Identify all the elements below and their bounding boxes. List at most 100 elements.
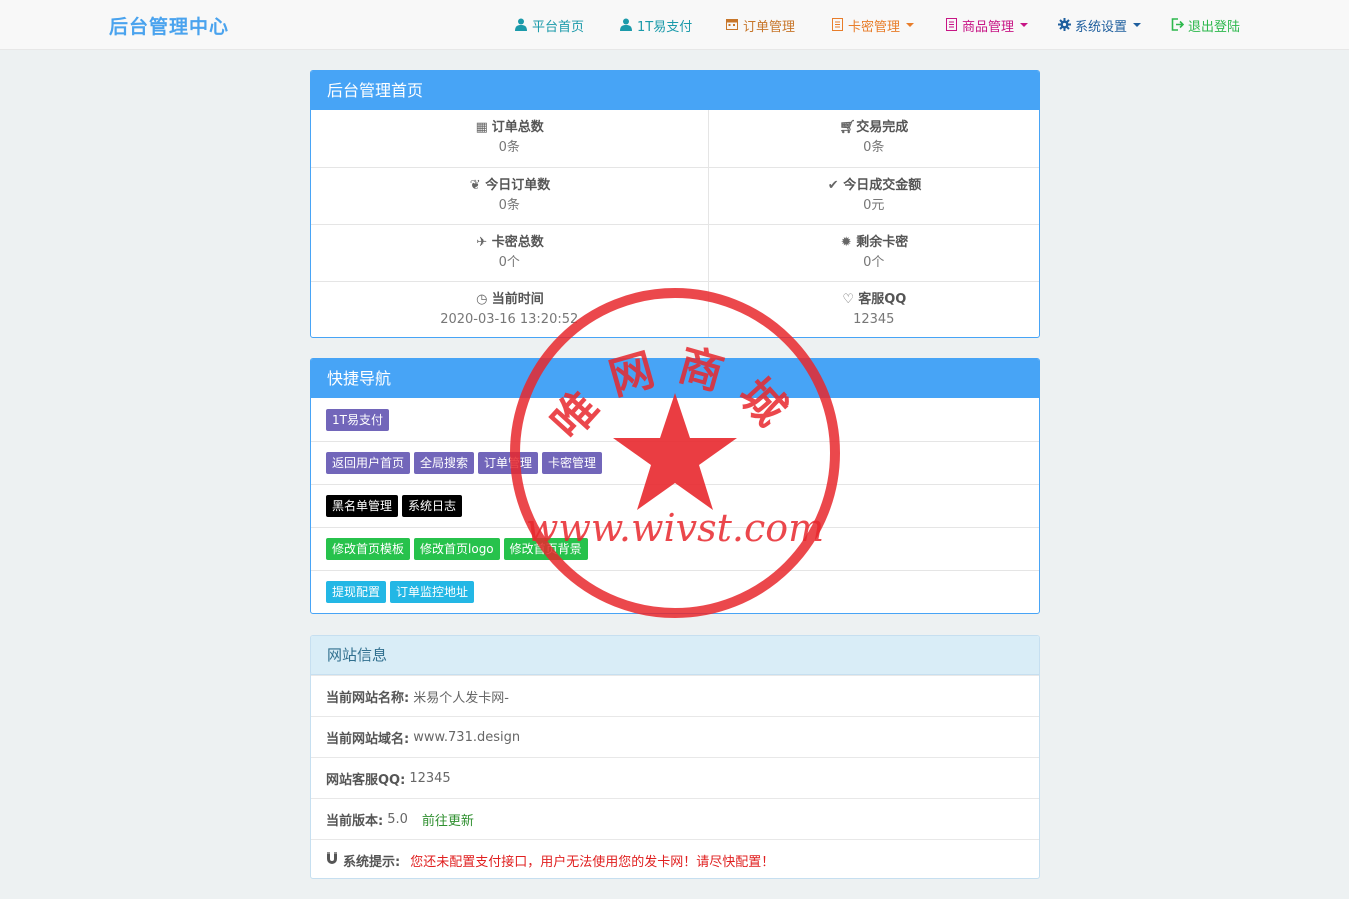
stat-label: 客服QQ xyxy=(858,291,907,307)
nav-goods-dropdown[interactable]: 商品管理 xyxy=(944,16,1029,35)
heart-icon: ♡ xyxy=(842,291,855,307)
stat-total-orders: ▦ 订单总数 0条 xyxy=(311,110,709,167)
clock-icon: ◷ xyxy=(476,291,488,307)
quick-withdraw-config-button[interactable]: 提现配置 xyxy=(326,581,387,603)
siteinfo-key: 网站客服QQ: xyxy=(326,772,406,788)
quick-order-monitor-button[interactable]: 订单监控地址 xyxy=(390,581,475,603)
brand-title[interactable]: 后台管理中心 xyxy=(109,12,229,39)
siteinfo-notice-row: 系统提示: 您还未配置支付接口，用户无法使用您的发卡网！请尽快配置！ xyxy=(311,839,1039,878)
stat-today-amount: ✔ 今日成交金额 0元 xyxy=(708,166,1039,224)
siteinfo-panel: 网站信息 当前网站名称: 米易个人发卡网- 当前网站域名: www.731.de… xyxy=(310,635,1040,879)
siteinfo-value: 12345 xyxy=(409,770,451,786)
nav-logout[interactable]: 退出登陆 xyxy=(1170,16,1241,35)
user-icon xyxy=(514,18,528,32)
nav-home[interactable]: 平台首页 xyxy=(514,16,585,35)
quicknav-title: 快捷导航 xyxy=(311,359,1039,398)
nav-settings-label: 系统设置 xyxy=(1075,19,1128,35)
stat-service-qq: ♡ 客服QQ 12345 xyxy=(708,280,1039,337)
quicknav-rows: 1T易支付 返回用户首页 全局搜索 订单管理 卡密管理 黑名单管理 系统日志 修… xyxy=(311,398,1039,613)
quick-edit-template-button[interactable]: 修改首页模板 xyxy=(326,538,411,560)
stat-label: 今日成交金额 xyxy=(843,177,922,193)
stat-value: 0个 xyxy=(863,254,885,270)
quicknav-panel: 快捷导航 1T易支付 返回用户首页 全局搜索 订单管理 卡密管理 黑名单管理 系… xyxy=(310,358,1040,614)
stat-value: 12345 xyxy=(853,311,895,327)
siteinfo-domain-row: 当前网站域名: www.731.design xyxy=(311,716,1039,757)
nav-orders[interactable]: 订单管理 xyxy=(725,16,796,35)
logout-icon xyxy=(1170,18,1184,32)
stat-label: 剩余卡密 xyxy=(856,234,909,250)
notice-warning-text: 您还未配置支付接口，用户无法使用您的发卡网！请尽快配置！ xyxy=(410,854,775,870)
grid-icon: ▦ xyxy=(475,120,488,136)
siteinfo-name-row: 当前网站名称: 米易个人发卡网- xyxy=(311,675,1039,716)
calendar-icon xyxy=(725,18,739,32)
siteinfo-key: 系统提示: xyxy=(343,854,401,870)
siteinfo-version-row: 当前版本: 5.0 前往更新 xyxy=(311,798,1039,839)
dashboard-panel: 后台管理首页 ▦ 订单总数 0条 🛒︎交易完成 0条 ❦ 今日订单数 0条 ✔ 今日成… xyxy=(310,70,1040,338)
quick-blacklist-button[interactable]: 黑名单管理 xyxy=(326,495,399,517)
stat-label: 订单总数 xyxy=(491,120,544,136)
quick-epay-button[interactable]: 1T易支付 xyxy=(326,408,389,431)
list-icon xyxy=(944,18,958,32)
quicknav-row: 1T易支付 xyxy=(311,398,1039,441)
chevron-down-icon xyxy=(906,23,915,27)
quick-cards-button[interactable]: 卡密管理 xyxy=(542,452,603,474)
siteinfo-qq-row: 网站客服QQ: 12345 xyxy=(311,757,1039,798)
quick-edit-logo-button[interactable]: 修改首页logo xyxy=(414,538,500,560)
stat-value: 0条 xyxy=(498,140,520,156)
list-icon xyxy=(830,18,844,32)
quick-syslog-button[interactable]: 系统日志 xyxy=(402,495,463,517)
stat-total-cards: ✈ 卡密总数 0个 xyxy=(311,223,709,281)
siteinfo-key: 当前版本: xyxy=(326,813,384,829)
nav-logout-label: 退出登陆 xyxy=(1188,19,1241,35)
stat-today-orders: ❦ 今日订单数 0条 xyxy=(311,166,709,224)
magnet-icon xyxy=(326,851,340,869)
siteinfo-title: 网站信息 xyxy=(311,636,1039,675)
nav-cards-label: 卡密管理 xyxy=(848,19,901,35)
stat-value: 0条 xyxy=(863,140,885,156)
asterisk-icon: ✹ xyxy=(840,234,852,250)
stat-value: 0个 xyxy=(498,254,520,270)
stat-label: 交易完成 xyxy=(856,120,909,136)
stat-label: 卡密总数 xyxy=(491,234,544,250)
quicknav-row: 修改首页模板 修改首页logo 修改首页背景 xyxy=(311,527,1039,570)
user-icon xyxy=(619,18,633,32)
quick-global-search-button[interactable]: 全局搜索 xyxy=(414,452,475,474)
siteinfo-value: 米易个人发卡网- xyxy=(413,690,509,706)
stat-value: 2020-03-16 13:20:52 xyxy=(440,311,579,327)
siteinfo-key: 当前网站名称: xyxy=(326,690,410,706)
check-icon: ✔ xyxy=(827,177,839,193)
quicknav-row: 返回用户首页 全局搜索 订单管理 卡密管理 xyxy=(311,441,1039,484)
quicknav-row: 黑名单管理 系统日志 xyxy=(311,484,1039,527)
stat-remaining-cards: ✹ 剩余卡密 0个 xyxy=(708,223,1039,281)
quick-edit-background-button[interactable]: 修改首页背景 xyxy=(503,538,588,560)
nav-home-label: 平台首页 xyxy=(532,19,585,35)
nav-settings-dropdown[interactable]: 系统设置 xyxy=(1057,16,1142,35)
top-navbar: 后台管理中心 平台首页 1T易支付 订单管理 卡密管理 商品管理 系统设置 退出… xyxy=(0,0,1349,50)
cart-icon: 🛒︎ xyxy=(839,120,856,136)
chevron-down-icon xyxy=(1020,23,1029,27)
quick-user-home-button[interactable]: 返回用户首页 xyxy=(326,452,411,474)
stats-table: ▦ 订单总数 0条 🛒︎交易完成 0条 ❦ 今日订单数 0条 ✔ 今日成交金额 0元 … xyxy=(311,110,1039,337)
stat-value: 0元 xyxy=(863,197,885,213)
chevron-down-icon xyxy=(1133,23,1142,27)
update-link[interactable]: 前往更新 xyxy=(422,810,474,829)
quick-orders-button[interactable]: 订单管理 xyxy=(478,452,539,474)
nav-orders-label: 订单管理 xyxy=(743,19,796,35)
nav-goods-label: 商品管理 xyxy=(962,19,1015,35)
stat-label: 今日订单数 xyxy=(485,177,551,193)
stat-value: 0条 xyxy=(498,197,520,213)
gear-icon xyxy=(1057,18,1071,32)
nav-cards-dropdown[interactable]: 卡密管理 xyxy=(830,16,915,35)
nav-epay[interactable]: 1T易支付 xyxy=(619,16,693,35)
stat-current-time: ◷ 当前时间 2020-03-16 13:20:52 xyxy=(311,280,709,337)
siteinfo-value: www.731.design xyxy=(413,729,521,745)
leaf-icon: ❦ xyxy=(469,177,481,193)
stat-label: 当前时间 xyxy=(491,291,544,307)
dashboard-title: 后台管理首页 xyxy=(311,71,1039,110)
quicknav-row: 提现配置 订单监控地址 xyxy=(311,570,1039,613)
stat-completed: 🛒︎交易完成 0条 xyxy=(708,110,1039,167)
nav-epay-label: 1T易支付 xyxy=(637,19,693,35)
plane-icon: ✈ xyxy=(476,234,488,250)
siteinfo-key: 当前网站域名: xyxy=(326,731,410,747)
siteinfo-value: 5.0 xyxy=(387,811,408,827)
